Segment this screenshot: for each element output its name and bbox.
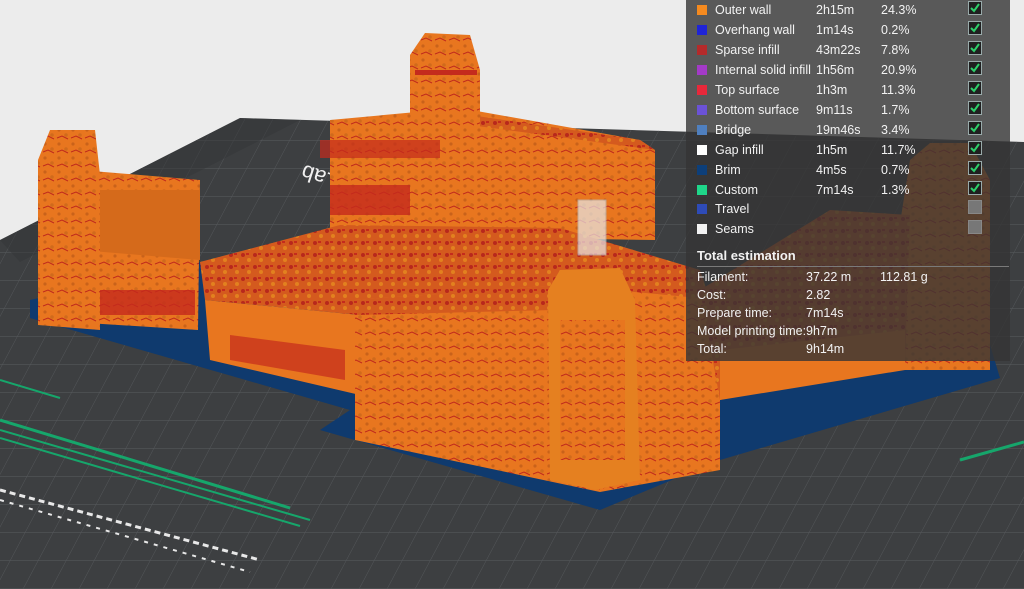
- filament-row: Filament: 37.22 m 112.81 g: [686, 270, 1010, 288]
- model-printing-time-row: Model printing time: 9h7m: [686, 324, 1010, 342]
- feature-time: 19m46s: [816, 123, 861, 137]
- cost-label: Cost:: [697, 288, 727, 302]
- check-icon: [970, 143, 980, 153]
- feature-time: 1m14s: [816, 23, 854, 37]
- visibility-checkbox[interactable]: [968, 1, 982, 15]
- total-time-row: Total: 9h14m: [686, 342, 1010, 360]
- feature-name: Top surface: [715, 83, 780, 97]
- legend-row-internal-solid-infill[interactable]: Internal solid infill 1h56m 20.9%: [686, 61, 1010, 81]
- feature-time: 1h56m: [816, 63, 855, 77]
- feature-name: Travel: [715, 202, 750, 216]
- model-printing-time-label: Model printing time:: [697, 324, 807, 338]
- legend-row-brim[interactable]: Brim 4m5s 0.7%: [686, 161, 1010, 181]
- slice-legend-panel: Outer wall 2h15m 24.3% Overhang wall 1m1…: [686, 0, 1010, 361]
- visibility-checkbox[interactable]: [968, 141, 982, 155]
- feature-name: Internal solid infill: [715, 63, 811, 77]
- legend-row-top-surface[interactable]: Top surface 1h3m 11.3%: [686, 81, 1010, 101]
- filament-length: 37.22 m: [806, 270, 852, 284]
- color-swatch: [697, 224, 707, 234]
- feature-time: 9m11s: [816, 103, 853, 117]
- feature-name: Overhang wall: [715, 23, 795, 37]
- feature-name: Outer wall: [715, 3, 772, 17]
- visibility-checkbox[interactable]: [968, 220, 982, 234]
- visibility-checkbox[interactable]: [968, 121, 982, 135]
- feature-time: 1h3m: [816, 83, 848, 97]
- check-icon: [970, 183, 980, 193]
- total-estimation-title: Total estimation: [697, 248, 796, 263]
- cost-row: Cost: 2.82: [686, 288, 1010, 306]
- divider: [697, 266, 1009, 267]
- visibility-checkbox[interactable]: [968, 200, 982, 214]
- color-swatch: [697, 85, 707, 95]
- check-icon: [970, 163, 980, 173]
- color-swatch: [697, 125, 707, 135]
- check-icon: [970, 63, 980, 73]
- feature-percent: 7.8%: [881, 43, 910, 57]
- total-time-label: Total:: [697, 342, 727, 356]
- visibility-checkbox[interactable]: [968, 21, 982, 35]
- feature-percent: 20.9%: [881, 63, 917, 77]
- legend-row-overhang-wall[interactable]: Overhang wall 1m14s 0.2%: [686, 21, 1010, 41]
- visibility-checkbox[interactable]: [968, 101, 982, 115]
- visibility-checkbox[interactable]: [968, 41, 982, 55]
- legend-row-outer-wall[interactable]: Outer wall 2h15m 24.3%: [686, 1, 1010, 21]
- feature-name: Bridge: [715, 123, 752, 137]
- cost-value: 2.82: [806, 288, 831, 302]
- feature-name: Gap infill: [715, 143, 764, 157]
- color-swatch: [697, 145, 707, 155]
- legend-row-custom[interactable]: Custom 7m14s 1.3%: [686, 181, 1010, 201]
- color-swatch: [697, 105, 707, 115]
- legend-row-gap-infill[interactable]: Gap infill 1h5m 11.7%: [686, 141, 1010, 161]
- feature-time: 7m14s: [816, 183, 854, 197]
- color-swatch: [697, 25, 707, 35]
- prepare-time-row: Prepare time: 7m14s: [686, 306, 1010, 324]
- color-swatch: [697, 204, 707, 214]
- prepare-time-value: 7m14s: [806, 306, 844, 320]
- color-swatch: [697, 185, 707, 195]
- feature-time: 2h15m: [816, 3, 855, 17]
- visibility-checkbox[interactable]: [968, 181, 982, 195]
- feature-time: 1h5m: [816, 143, 848, 157]
- color-swatch: [697, 5, 707, 15]
- feature-percent: 0.7%: [881, 163, 910, 177]
- legend-row-travel[interactable]: Travel: [686, 200, 1010, 220]
- feature-percent: 11.7%: [881, 143, 916, 157]
- visibility-checkbox[interactable]: [968, 81, 982, 95]
- feature-percent: 3.4%: [881, 123, 910, 137]
- feature-time: 43m22s: [816, 43, 861, 57]
- check-icon: [970, 83, 980, 93]
- legend-row-bottom-surface[interactable]: Bottom surface 9m11s 1.7%: [686, 101, 1010, 121]
- check-icon: [970, 123, 980, 133]
- feature-name: Sparse infill: [715, 43, 780, 57]
- total-time-value: 9h14m: [806, 342, 845, 356]
- feature-name: Bottom surface: [715, 103, 800, 117]
- visibility-checkbox[interactable]: [968, 61, 982, 75]
- feature-name: Brim: [715, 163, 741, 177]
- check-icon: [970, 43, 980, 53]
- color-swatch: [697, 65, 707, 75]
- check-icon: [970, 103, 980, 113]
- check-icon: [970, 3, 980, 13]
- check-icon: [970, 23, 980, 33]
- model-printing-time-value: 9h7m: [806, 324, 838, 338]
- feature-time: 4m5s: [816, 163, 847, 177]
- filament-label: Filament:: [697, 270, 749, 284]
- feature-percent: 24.3%: [881, 3, 917, 17]
- feature-percent: 0.2%: [881, 23, 910, 37]
- prepare-time-label: Prepare time:: [697, 306, 773, 320]
- feature-percent: 1.3%: [881, 183, 910, 197]
- color-swatch: [697, 45, 707, 55]
- feature-name: Custom: [715, 183, 759, 197]
- feature-percent: 11.3%: [881, 83, 916, 97]
- visibility-checkbox[interactable]: [968, 161, 982, 175]
- filament-weight: 112.81 g: [880, 270, 928, 284]
- feature-percent: 1.7%: [881, 103, 910, 117]
- legend-row-bridge[interactable]: Bridge 19m46s 3.4%: [686, 121, 1010, 141]
- legend-row-seams[interactable]: Seams: [686, 220, 1010, 240]
- color-swatch: [697, 165, 707, 175]
- feature-name: Seams: [715, 222, 754, 236]
- legend-row-sparse-infill[interactable]: Sparse infill 43m22s 7.8%: [686, 41, 1010, 61]
